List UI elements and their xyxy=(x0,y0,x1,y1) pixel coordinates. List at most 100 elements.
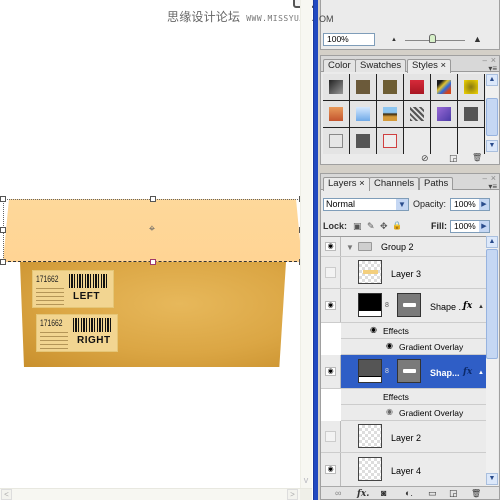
style-swatch-purple[interactable] xyxy=(437,107,451,121)
scroll-thumb[interactable] xyxy=(486,98,498,136)
effect-row[interactable]: ◉ Gradient Overlay xyxy=(341,339,486,355)
style-swatch-light-gray-outline[interactable] xyxy=(329,134,343,148)
style-swatch-cell[interactable] xyxy=(377,74,403,100)
eye-icon[interactable]: ◉ xyxy=(325,367,336,376)
layer-row-group[interactable]: ◉ ▼ Group 2 xyxy=(321,237,486,257)
layer-row[interactable]: Layer 2 xyxy=(321,421,486,453)
scroll-up-button[interactable]: ▲ xyxy=(486,236,498,248)
style-swatch-cell[interactable] xyxy=(323,74,349,100)
transform-handle-bottom[interactable] xyxy=(150,259,156,265)
style-swatch-cell[interactable] xyxy=(323,128,349,154)
zoom-slider-thumb[interactable] xyxy=(429,34,436,43)
new-group-icon[interactable]: ▭ xyxy=(428,487,437,500)
layers-scrollbar[interactable]: ▲ ▼ xyxy=(486,236,498,486)
zoom-level-input[interactable]: 100% xyxy=(323,33,375,46)
visibility-cell[interactable]: ◉ xyxy=(321,237,341,256)
fx-icon[interactable]: fx xyxy=(463,367,472,377)
add-mask-icon[interactable]: ◙ xyxy=(381,487,386,500)
effects-toggle-icon[interactable]: ▲ xyxy=(478,304,484,310)
layer-name[interactable]: Group 2 xyxy=(381,242,414,252)
resize-grip[interactable] xyxy=(300,489,312,500)
transform-handle-top-left[interactable] xyxy=(0,196,6,202)
scroll-left-button[interactable]: < xyxy=(1,489,12,500)
effects-toggle-icon[interactable]: ▲ xyxy=(478,370,484,376)
tab-swatches[interactable]: Swatches xyxy=(355,59,407,72)
lock-transparent-icon[interactable]: ▣ xyxy=(353,221,362,232)
transform-handle-bottom-left[interactable] xyxy=(0,259,6,265)
vertical-scrollbar[interactable] xyxy=(300,0,312,488)
style-swatch-gold-frame[interactable] xyxy=(464,80,478,94)
document-canvas[interactable]: 思缘设计论坛 WWW.MISSYUAN.COM 171662 LEFT 17166… xyxy=(0,0,331,500)
scroll-thumb[interactable] xyxy=(486,249,498,359)
minimize-icon[interactable]: – xyxy=(483,174,487,183)
lock-image-icon[interactable]: ✎ xyxy=(367,221,375,232)
transform-handle-top[interactable] xyxy=(150,196,156,202)
style-swatch-red-outline[interactable] xyxy=(383,134,397,148)
panel-menu-icon[interactable]: ▾≡ xyxy=(488,182,497,191)
visibility-cell[interactable] xyxy=(321,421,341,452)
style-swatch-cell[interactable] xyxy=(458,74,484,100)
layer-row[interactable]: ◉ Layer 4 xyxy=(321,453,486,486)
style-swatch-cell[interactable] xyxy=(431,74,457,100)
clear-style-icon[interactable]: ⊘ xyxy=(421,153,429,164)
chevron-down-icon[interactable]: ▼ xyxy=(396,199,408,210)
effect-row[interactable]: ◉ Gradient Overlay xyxy=(341,405,486,421)
delete-layer-icon[interactable]: 🗑 xyxy=(471,487,481,500)
visibility-cell[interactable]: ◉ xyxy=(321,289,341,322)
style-swatch-pattern-gray[interactable] xyxy=(410,107,424,121)
tab-styles[interactable]: Styles × xyxy=(407,59,452,73)
layer-name[interactable]: Layer 3 xyxy=(391,269,421,279)
effects-row[interactable]: ◉ Effects xyxy=(341,323,486,339)
fill-slider-toggle-icon[interactable]: ▶ xyxy=(479,221,489,232)
style-swatch-sky-blue[interactable] xyxy=(356,107,370,121)
scroll-up-button[interactable]: ▲ xyxy=(486,74,498,86)
delete-style-icon[interactable]: 🗑 xyxy=(472,153,482,162)
scroll-down-button[interactable]: ▼ xyxy=(486,473,498,485)
style-swatch-landscape[interactable] xyxy=(383,107,397,121)
expand-triangle-icon[interactable]: ▼ xyxy=(346,243,354,252)
style-swatch-olive-brown[interactable] xyxy=(383,80,397,94)
style-swatch-cell[interactable] xyxy=(350,101,376,127)
link-layers-icon[interactable]: ∞ xyxy=(335,487,341,500)
transform-handle-left[interactable] xyxy=(0,227,6,233)
fill-input[interactable]: 100% ▶ xyxy=(450,220,490,233)
zoom-out-icon[interactable]: ▲ xyxy=(391,37,397,43)
layer-name[interactable]: Layer 2 xyxy=(391,433,421,443)
blend-mode-select[interactable]: Normal ▼ xyxy=(323,198,409,211)
style-swatch-brown[interactable] xyxy=(356,80,370,94)
add-layer-style-icon[interactable]: fx. xyxy=(357,488,369,500)
style-swatch-multicolor[interactable] xyxy=(437,80,451,94)
style-swatch-red-stripes[interactable] xyxy=(410,80,424,94)
eye-icon[interactable]: ◉ xyxy=(370,325,377,334)
style-swatch-cell[interactable] xyxy=(377,101,403,127)
visibility-cell[interactable]: ◉ xyxy=(321,453,341,486)
visibility-cell[interactable]: ◉ xyxy=(321,355,341,388)
tab-color[interactable]: Color xyxy=(323,59,356,72)
layer-name[interactable]: Shape ... xyxy=(430,302,466,312)
transform-center-point-icon[interactable]: ⌖ xyxy=(147,224,157,235)
fx-icon[interactable]: fx xyxy=(463,301,472,311)
minimize-icon[interactable]: – xyxy=(483,56,487,65)
style-swatch-cell[interactable] xyxy=(350,128,376,154)
layer-row-selected[interactable]: ◉ 8 Shap... fx ▲ xyxy=(321,355,486,389)
tab-layers[interactable]: Layers × xyxy=(323,177,370,191)
style-swatch-dark-gray[interactable] xyxy=(464,107,478,121)
style-swatch-cell[interactable] xyxy=(404,74,430,100)
style-swatch-cell[interactable] xyxy=(350,74,376,100)
tab-paths[interactable]: Paths xyxy=(419,177,454,190)
style-swatch-cell[interactable] xyxy=(377,128,403,154)
layer-name[interactable]: Shap... xyxy=(430,368,460,378)
style-swatch-cell[interactable] xyxy=(404,101,430,127)
layer-row[interactable]: Layer 3 xyxy=(321,257,486,289)
effects-row[interactable]: Effects xyxy=(341,389,486,405)
scroll-right-button[interactable]: > xyxy=(287,489,298,500)
eye-hidden-icon[interactable] xyxy=(325,431,336,442)
style-swatch-charcoal[interactable] xyxy=(356,134,370,148)
style-swatch-cell[interactable] xyxy=(458,101,484,127)
style-swatch-cell[interactable] xyxy=(323,101,349,127)
scroll-down-button[interactable]: v xyxy=(300,474,312,487)
adjustment-layer-icon[interactable]: ◐. xyxy=(405,487,413,500)
opacity-input[interactable]: 100% ▶ xyxy=(450,198,490,211)
new-layer-icon[interactable]: ◲ xyxy=(449,487,458,500)
tab-channels[interactable]: Channels xyxy=(369,177,420,190)
